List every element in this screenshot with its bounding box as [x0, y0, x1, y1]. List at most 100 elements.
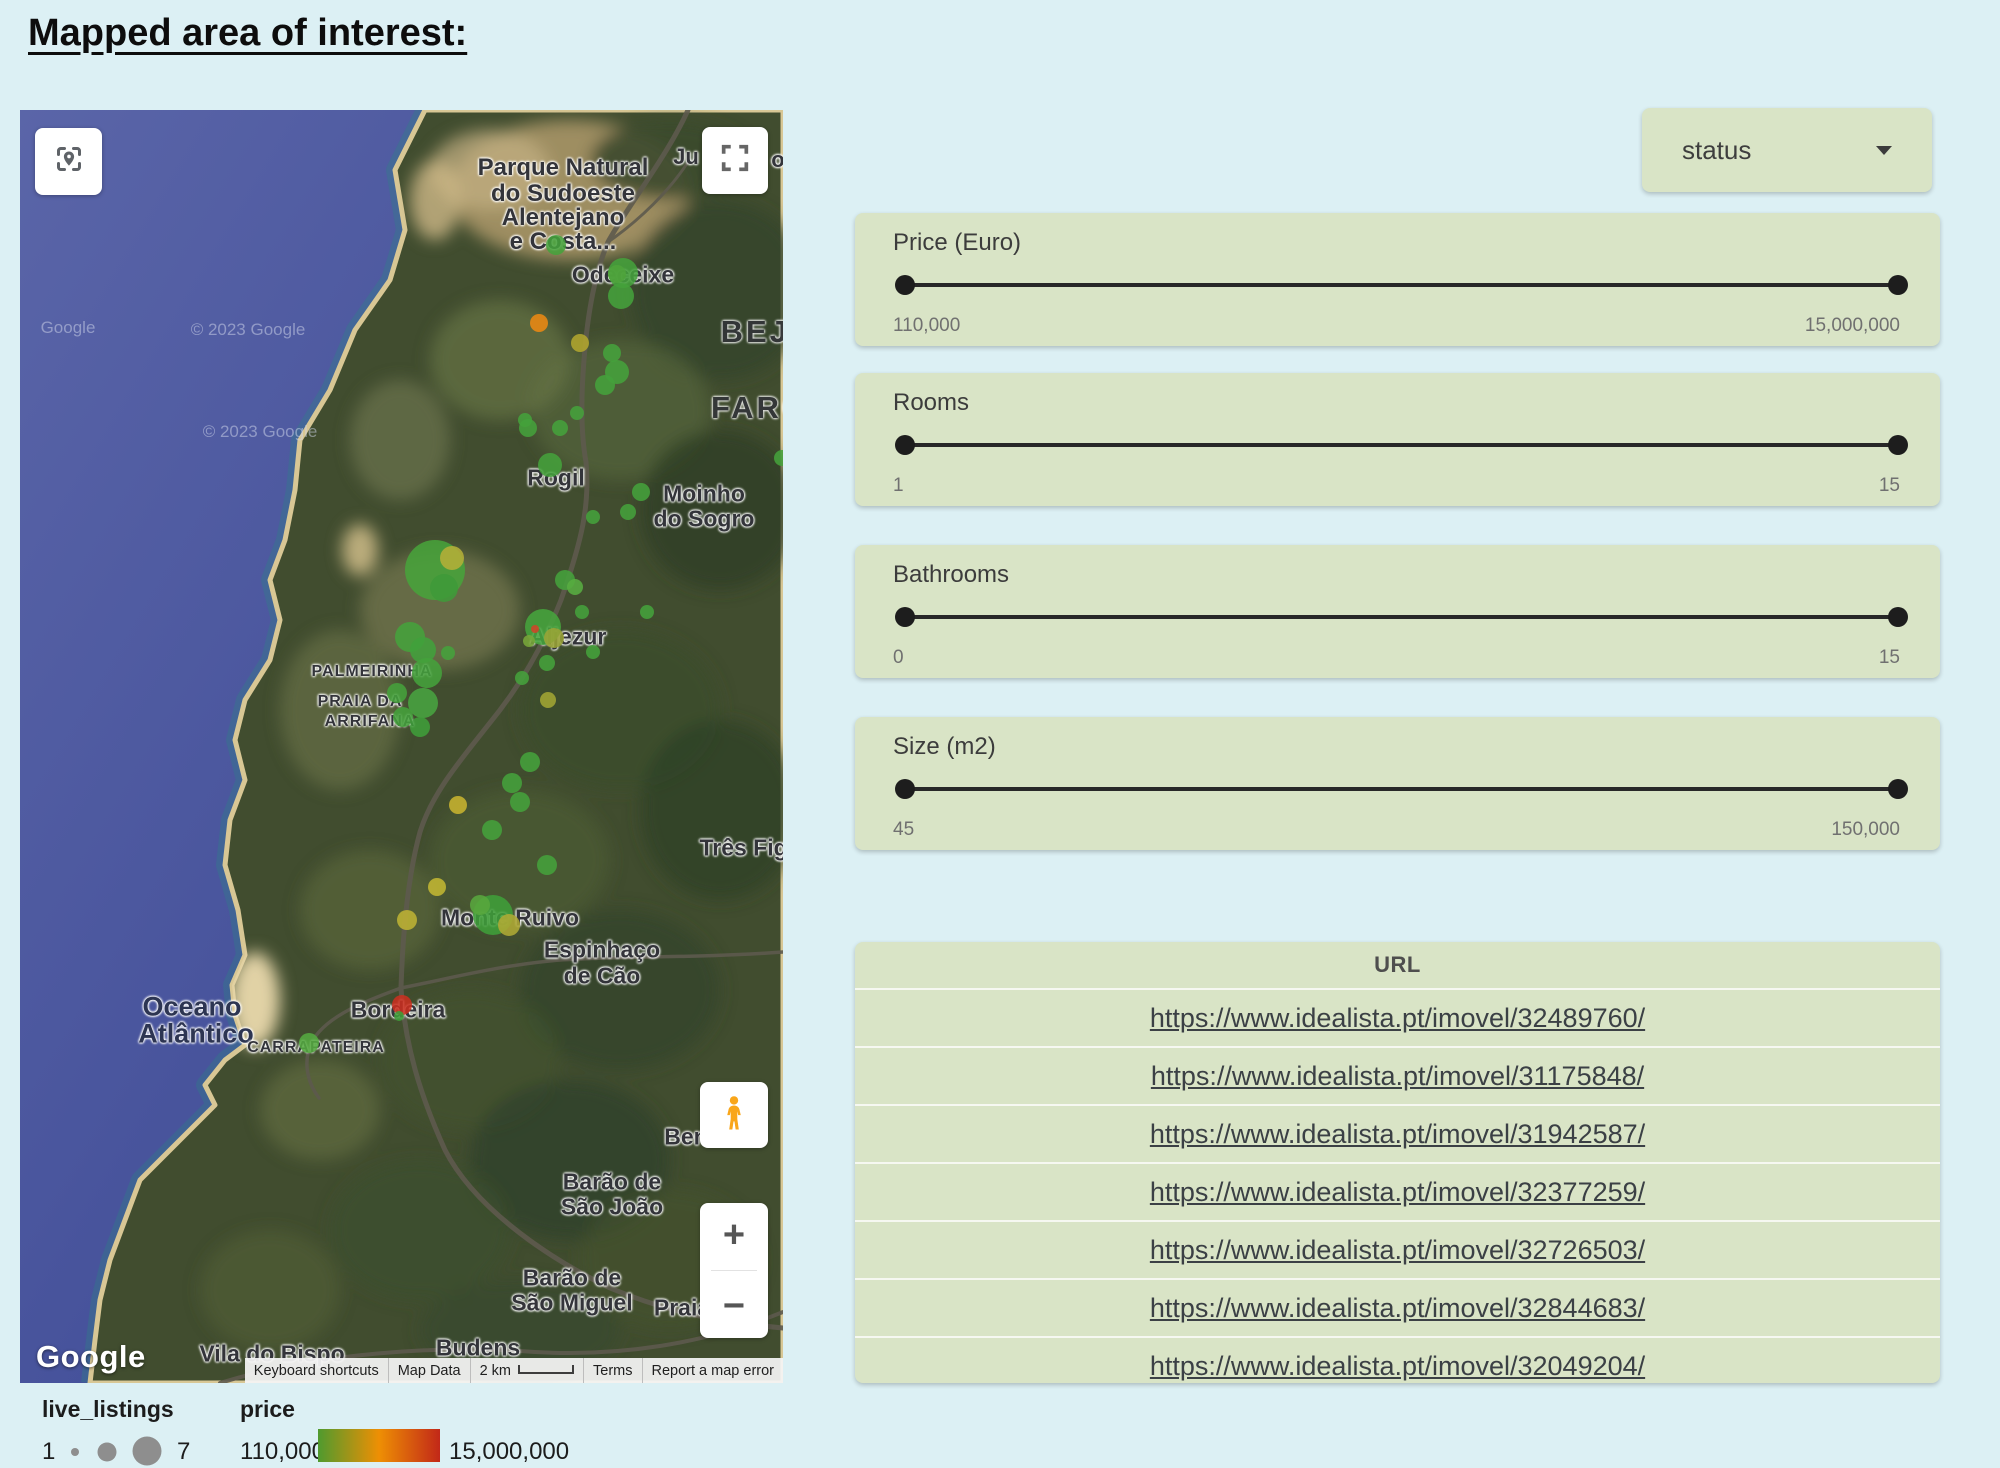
chevron-down-icon [1876, 146, 1892, 155]
report-map-error-link[interactable]: Report a map error [642, 1358, 784, 1383]
rooms-slider-min-handle[interactable] [895, 435, 915, 455]
price-gradient-bar [318, 1429, 440, 1462]
rooms-slider-track[interactable] [905, 443, 1898, 447]
listing-dot[interactable] [608, 283, 634, 309]
table-row: https://www.idealista.pt/imovel/32844683… [855, 1278, 1940, 1336]
bathrooms-slider-max-handle[interactable] [1888, 607, 1908, 627]
listing-dot[interactable] [523, 635, 535, 647]
listing-dot[interactable] [412, 658, 442, 688]
status-dropdown-label: status [1682, 135, 1751, 166]
table-row: https://www.idealista.pt/imovel/32489760… [855, 988, 1940, 1046]
table-row: https://www.idealista.pt/imovel/32726503… [855, 1220, 1940, 1278]
price-legend-min: 110,000 [240, 1438, 325, 1466]
listing-dot[interactable] [774, 450, 783, 466]
listing-dot[interactable] [537, 855, 557, 875]
table-row: https://www.idealista.pt/imovel/31175848… [855, 1046, 1940, 1104]
price-max-value: 15,000,000 [1805, 315, 1900, 337]
satellite-terrain [20, 110, 783, 1383]
url-table: URL https://www.idealista.pt/imovel/3248… [855, 942, 1940, 1383]
listing-dot[interactable] [470, 895, 490, 915]
size-slider-label: Size (m2) [893, 733, 996, 761]
listing-dot[interactable] [595, 375, 615, 395]
zoom-out-button[interactable]: − [723, 1280, 745, 1332]
listing-url-link[interactable]: https://www.idealista.pt/imovel/32377259… [1150, 1177, 1645, 1208]
listing-dot[interactable] [519, 419, 537, 437]
listing-dot[interactable] [482, 820, 502, 840]
table-row: https://www.idealista.pt/imovel/32377259… [855, 1162, 1940, 1220]
size-slider-min-handle[interactable] [895, 779, 915, 799]
listing-dot[interactable] [515, 671, 529, 685]
map-data-link[interactable]: Map Data [388, 1358, 470, 1383]
listing-url-link[interactable]: https://www.idealista.pt/imovel/32049204… [1150, 1351, 1645, 1382]
listing-dot[interactable] [571, 334, 589, 352]
listing-dot[interactable] [640, 605, 654, 619]
size-legend-dot-large [133, 1437, 162, 1466]
listing-dot[interactable] [430, 574, 458, 602]
listing-dot[interactable] [546, 235, 566, 255]
listing-dot[interactable] [387, 683, 407, 703]
listing-dot[interactable] [498, 914, 520, 936]
listing-dot[interactable] [449, 796, 467, 814]
listing-dot[interactable] [531, 625, 539, 633]
fullscreen-button[interactable] [702, 127, 768, 194]
keyboard-shortcuts-link[interactable]: Keyboard shortcuts [245, 1358, 388, 1383]
locate-listings-button[interactable] [35, 128, 102, 195]
status-dropdown[interactable]: status [1642, 108, 1932, 192]
listing-dot[interactable] [567, 579, 583, 595]
size-slider-max-handle[interactable] [1888, 779, 1908, 799]
listing-dot[interactable] [552, 420, 568, 436]
zoom-in-button[interactable]: + [723, 1209, 745, 1261]
listing-dot[interactable] [410, 717, 430, 737]
rooms-min-value: 1 [893, 475, 904, 497]
listing-dot[interactable] [538, 453, 562, 477]
listing-dot[interactable] [586, 510, 600, 524]
bathrooms-slider-min-handle[interactable] [895, 607, 915, 627]
price-slider-track[interactable] [905, 283, 1898, 287]
street-view-pegman-button[interactable] [700, 1082, 768, 1148]
bathrooms-slider-track[interactable] [905, 615, 1898, 619]
size-slider-track[interactable] [905, 787, 1898, 791]
bathrooms-min-value: 0 [893, 647, 904, 669]
rooms-slider-max-handle[interactable] [1888, 435, 1908, 455]
price-filter-card: Price (Euro) 110,000 15,000,000 [855, 213, 1940, 346]
size-legend-min: 1 [42, 1438, 55, 1466]
price-slider-max-handle[interactable] [1888, 275, 1908, 295]
size-legend-max: 7 [177, 1438, 190, 1466]
listing-dot[interactable] [502, 773, 522, 793]
listing-dot[interactable] [441, 646, 455, 660]
listing-dot[interactable] [540, 692, 556, 708]
map-canvas[interactable]: Google© 2023 Google© 2023 Google Parque … [20, 110, 783, 1383]
listing-dot[interactable] [544, 628, 564, 648]
listing-dot[interactable] [632, 483, 650, 501]
listing-dot[interactable] [586, 645, 600, 659]
listing-dot[interactable] [299, 1033, 319, 1053]
listing-dot[interactable] [520, 752, 540, 772]
listing-dot[interactable] [397, 910, 417, 930]
listing-dot[interactable] [428, 878, 446, 896]
size-min-value: 45 [893, 819, 914, 841]
listing-url-link[interactable]: https://www.idealista.pt/imovel/31175848… [1151, 1061, 1644, 1092]
bathrooms-filter-card: Bathrooms 0 15 [855, 545, 1940, 678]
listing-dot[interactable] [510, 792, 530, 812]
listing-dot[interactable] [440, 546, 464, 570]
google-logo: Google [36, 1339, 146, 1375]
listing-dot[interactable] [539, 655, 555, 671]
listing-url-link[interactable]: https://www.idealista.pt/imovel/32726503… [1150, 1235, 1645, 1266]
listing-url-link[interactable]: https://www.idealista.pt/imovel/32489760… [1150, 1003, 1645, 1034]
bathrooms-slider-label: Bathrooms [893, 561, 1009, 589]
listing-dot[interactable] [570, 406, 584, 420]
table-row: https://www.idealista.pt/imovel/32049204… [855, 1336, 1940, 1383]
price-legend-max: 15,000,000 [449, 1438, 569, 1466]
map-zoom-control: + − [700, 1203, 768, 1338]
scale-bar-icon [518, 1365, 574, 1374]
listing-dot[interactable] [394, 1011, 404, 1021]
rooms-max-value: 15 [1879, 475, 1900, 497]
listing-dot[interactable] [575, 605, 589, 619]
listing-dot[interactable] [530, 314, 548, 332]
price-slider-min-handle[interactable] [895, 275, 915, 295]
listing-url-link[interactable]: https://www.idealista.pt/imovel/32844683… [1150, 1293, 1645, 1324]
listing-dot[interactable] [620, 504, 636, 520]
listing-url-link[interactable]: https://www.idealista.pt/imovel/31942587… [1150, 1119, 1645, 1150]
terms-link[interactable]: Terms [583, 1358, 641, 1383]
size-legend-dot-small [71, 1448, 79, 1456]
